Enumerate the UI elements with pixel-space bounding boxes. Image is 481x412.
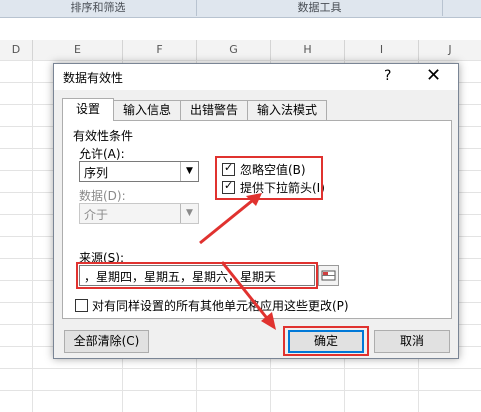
- annotation-arrows: [199, 193, 276, 330]
- arrow-to-checkboxes: [199, 194, 259, 245]
- tab-settings[interactable]: 设置: [62, 98, 114, 121]
- arrow-to-ok: [220, 261, 272, 323]
